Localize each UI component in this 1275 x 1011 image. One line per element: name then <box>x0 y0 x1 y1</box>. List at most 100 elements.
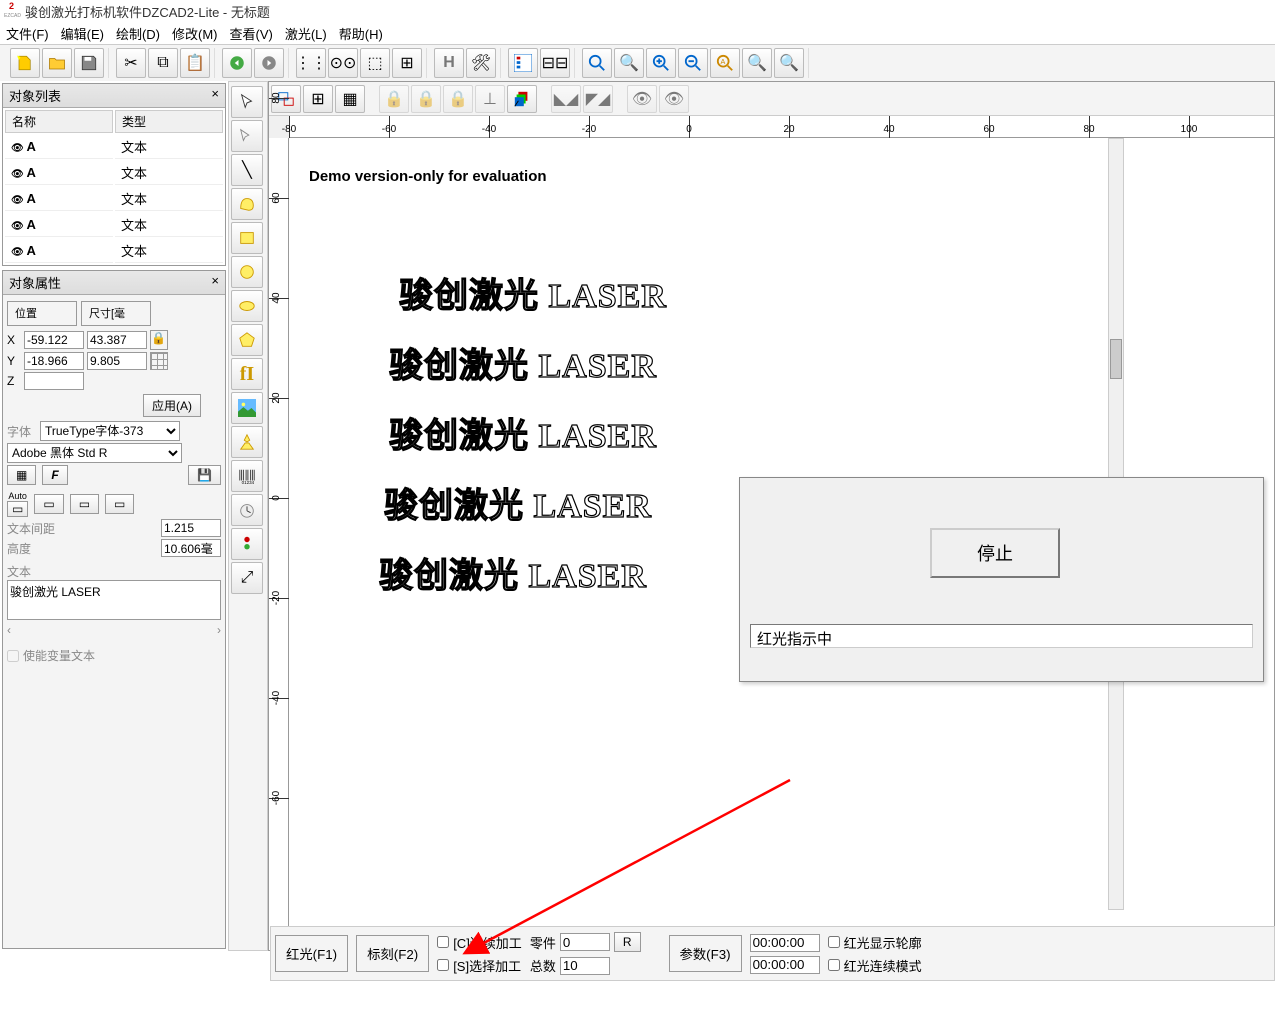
undo-icon[interactable] <box>222 48 252 78</box>
menu-view[interactable]: 查看(V) <box>230 24 273 43</box>
redo-icon[interactable] <box>254 48 284 78</box>
cont-proc-checkbox[interactable] <box>437 936 449 948</box>
list-icon[interactable] <box>508 48 538 78</box>
ellipse-tool-icon[interactable] <box>231 290 263 322</box>
close-panel-icon[interactable]: × <box>211 86 219 105</box>
open-file-icon[interactable] <box>42 48 72 78</box>
text-input[interactable]: 骏创激光 LASER <box>7 580 221 620</box>
lock-1-icon[interactable]: 🔒 <box>379 85 409 113</box>
lock-2-icon[interactable]: 🔒 <box>411 85 441 113</box>
list-item[interactable]: A文本 <box>5 135 223 159</box>
enable-var-checkbox[interactable] <box>7 650 19 662</box>
mirror-v-icon[interactable]: ◤◢ <box>583 85 613 113</box>
lock-3-icon[interactable]: 🔒 <box>443 85 473 113</box>
canvas-text-5[interactable]: 骏创激光 LASER <box>379 548 647 597</box>
align-btn-2[interactable]: ▭ <box>34 494 63 514</box>
extend-tool-icon[interactable]: ⤢ <box>231 562 263 594</box>
select-tool-icon[interactable] <box>231 86 263 118</box>
zoom-out-icon[interactable] <box>678 48 708 78</box>
scroll-left-icon[interactable]: ‹ <box>7 623 11 637</box>
menu-draw[interactable]: 绘制(D) <box>116 24 160 43</box>
nodes-3-icon[interactable]: ⬚ <box>360 48 390 78</box>
zoom-page-icon[interactable]: 🔍 <box>774 48 804 78</box>
node-tool-icon[interactable] <box>231 120 263 152</box>
eye-2-icon[interactable]: 👁 <box>659 85 689 113</box>
menu-edit[interactable]: 编辑(E) <box>61 24 104 43</box>
canvas-text-3[interactable]: 骏创激光 LASER <box>389 408 657 457</box>
zoom-free-icon[interactable]: 🔍 <box>614 48 644 78</box>
timer-tool-icon[interactable] <box>231 494 263 526</box>
menu-modify[interactable]: 修改(M) <box>172 24 218 43</box>
list-item[interactable]: A文本 <box>5 187 223 211</box>
red-cont-checkbox[interactable] <box>828 959 840 971</box>
menu-help[interactable]: 帮助(H) <box>339 24 383 43</box>
grid-icon[interactable] <box>150 352 168 370</box>
zoom-icon[interactable] <box>582 48 612 78</box>
font-save-button[interactable]: 💾 <box>188 465 221 485</box>
image-tool-icon[interactable] <box>231 392 263 424</box>
sel-proc-checkbox[interactable] <box>437 959 449 971</box>
line-tool-icon[interactable]: ╲ <box>231 154 263 186</box>
canvas-text-1[interactable]: 骏创激光 LASER <box>399 268 667 317</box>
stop-button[interactable]: 停止 <box>930 528 1060 578</box>
align-icon[interactable]: ⊥ <box>475 85 505 113</box>
font-type-select[interactable]: TrueType字体-373 <box>40 421 180 441</box>
barcode-tool-icon[interactable]: 01234 <box>231 460 263 492</box>
scroll-right-icon[interactable]: › <box>217 623 221 637</box>
align-btn-4[interactable]: ▭ <box>105 494 134 514</box>
canvas-text-2[interactable]: 骏创激光 LASER <box>389 338 657 387</box>
nodes-2-icon[interactable]: ⊙⊙ <box>328 48 358 78</box>
font-family-select[interactable]: Adobe 黑体 Std R <box>7 443 182 463</box>
list-item[interactable]: A文本 <box>5 161 223 185</box>
hatch-icon[interactable]: H <box>434 48 464 78</box>
io-tool-icon[interactable] <box>231 528 263 560</box>
text-tool-icon[interactable]: fI <box>231 358 263 390</box>
apply-button[interactable]: 应用(A) <box>143 394 201 417</box>
params-button[interactable]: 参数(F3) <box>669 935 742 972</box>
parts-input[interactable] <box>560 933 610 951</box>
ungroup-icon[interactable]: ⊞ <box>303 85 333 113</box>
layers-icon[interactable] <box>507 85 537 113</box>
nodes-1-icon[interactable]: ⋮⋮ <box>296 48 326 78</box>
zoom-fit-icon[interactable]: A <box>710 48 740 78</box>
mirror-h-icon[interactable]: ◣◢ <box>551 85 581 113</box>
font-btn-1[interactable]: ▦ <box>7 465 36 485</box>
red-light-button[interactable]: 红光(F1) <box>275 935 348 972</box>
curve-tool-icon[interactable] <box>231 188 263 220</box>
list-item[interactable]: A文本 <box>5 213 223 237</box>
vector-tool-icon[interactable] <box>231 426 263 458</box>
pattern-icon[interactable]: ▦ <box>335 85 365 113</box>
align-btn-1[interactable]: ▭ <box>7 501 28 517</box>
red-show-checkbox[interactable] <box>828 936 840 948</box>
zoom-in-icon[interactable] <box>646 48 676 78</box>
tools-icon[interactable]: 🛠 <box>466 48 496 78</box>
height-input[interactable] <box>161 539 221 557</box>
r-button[interactable]: R <box>614 932 641 952</box>
lock-icon[interactable]: 🔒 <box>150 330 168 350</box>
flow-icon[interactable]: ⊟⊟ <box>540 48 570 78</box>
canvas-text-4[interactable]: 骏创激光 LASER <box>384 478 652 527</box>
font-btn-2[interactable]: F <box>42 465 67 485</box>
col-type[interactable]: 类型 <box>115 110 223 133</box>
list-item[interactable]: A文本 <box>5 239 223 263</box>
spacing-input[interactable] <box>161 519 221 537</box>
paste-icon[interactable]: 📋 <box>180 48 210 78</box>
polygon-tool-icon[interactable] <box>231 324 263 356</box>
save-file-icon[interactable] <box>74 48 104 78</box>
total-input[interactable] <box>560 957 610 975</box>
x-input[interactable] <box>24 331 84 349</box>
circle-tool-icon[interactable] <box>231 256 263 288</box>
cut-icon[interactable]: ✂ <box>116 48 146 78</box>
align-btn-3[interactable]: ▭ <box>70 494 99 514</box>
h-input[interactable] <box>87 352 147 370</box>
close-panel-icon[interactable]: × <box>211 273 219 292</box>
rect-tool-icon[interactable] <box>231 222 263 254</box>
scrollbar-thumb[interactable] <box>1110 339 1122 379</box>
w-input[interactable] <box>87 331 147 349</box>
menu-laser[interactable]: 激光(L) <box>285 24 327 43</box>
eye-1-icon[interactable]: 👁 <box>627 85 657 113</box>
nodes-4-icon[interactable]: ⊞ <box>392 48 422 78</box>
col-name[interactable]: 名称 <box>5 110 113 133</box>
zoom-sel-icon[interactable]: 🔍 <box>742 48 772 78</box>
z-input[interactable] <box>24 372 84 390</box>
